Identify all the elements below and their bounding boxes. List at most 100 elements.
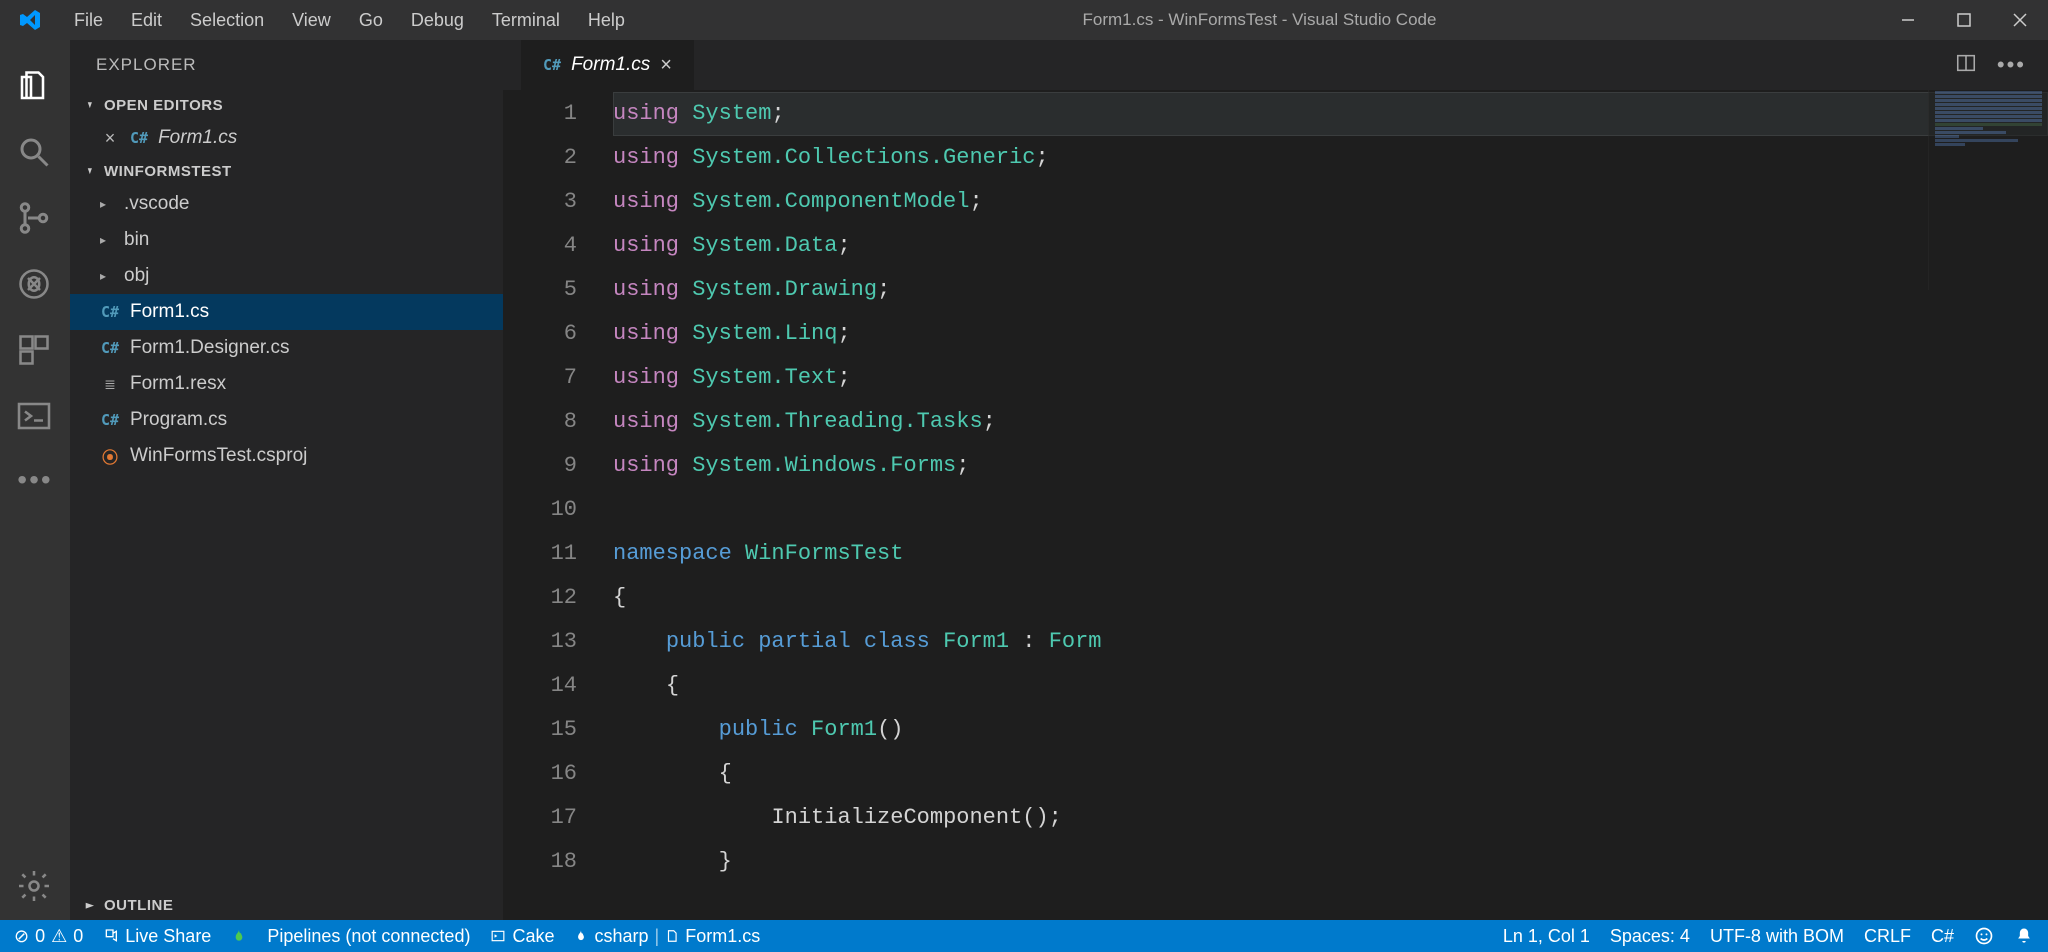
code-line[interactable]: public partial class Form1 : Form bbox=[613, 620, 2048, 664]
omnisharp-status[interactable]: csharp | Form1.cs bbox=[574, 926, 760, 947]
file-item-form1-designer-cs[interactable]: C# Form1.Designer.cs bbox=[70, 330, 503, 366]
errors-status[interactable]: ⊘ 0 ⚠ 0 bbox=[14, 926, 83, 947]
menu-view[interactable]: View bbox=[278, 2, 345, 39]
menu-help[interactable]: Help bbox=[574, 2, 639, 39]
files-icon[interactable] bbox=[16, 68, 54, 106]
code-line[interactable]: InitializeComponent(); bbox=[613, 796, 2048, 840]
line-number: 11 bbox=[503, 532, 577, 576]
explorer-sidebar: EXPLORER ▼ OPEN EDITORS × C# Form1.cs ▼ … bbox=[70, 40, 503, 920]
project-label: WINFORMSTEST bbox=[104, 163, 232, 180]
outline-label: OUTLINE bbox=[104, 897, 173, 914]
split-editor-icon[interactable] bbox=[1955, 52, 1977, 78]
folder-item-obj[interactable]: ▸obj bbox=[70, 258, 503, 294]
code-line[interactable]: using System.Threading.Tasks; bbox=[613, 400, 2048, 444]
more-actions-icon[interactable]: ••• bbox=[1997, 52, 2026, 78]
workbench: ••• EXPLORER ▼ OPEN EDITORS × C# Form1.c… bbox=[0, 40, 2048, 920]
error-icon: ⊘ bbox=[14, 926, 29, 947]
line-number: 14 bbox=[503, 664, 577, 708]
minimap[interactable] bbox=[1928, 90, 2048, 290]
folder-item-bin[interactable]: ▸bin bbox=[70, 222, 503, 258]
code-line[interactable]: using System.Drawing; bbox=[613, 268, 2048, 312]
code-line[interactable]: using System.Linq; bbox=[613, 312, 2048, 356]
maximize-button[interactable] bbox=[1936, 0, 1992, 40]
code-line[interactable]: } bbox=[613, 840, 2048, 884]
eol-status[interactable]: CRLF bbox=[1864, 926, 1911, 947]
chevron-right-icon: ▸ bbox=[100, 269, 114, 283]
terminal-small-icon bbox=[490, 929, 506, 943]
code-line[interactable] bbox=[613, 488, 2048, 532]
code-editor[interactable]: 123456789101112131415161718 using System… bbox=[503, 90, 2048, 920]
project-section[interactable]: ▼ WINFORMSTEST bbox=[70, 156, 503, 186]
language-status[interactable]: C# bbox=[1931, 926, 1954, 947]
code-content[interactable]: using System;using System.Collections.Ge… bbox=[613, 90, 2048, 920]
code-line[interactable]: using System.Text; bbox=[613, 356, 2048, 400]
line-number: 18 bbox=[503, 840, 577, 884]
debug-icon[interactable] bbox=[16, 266, 54, 304]
extensions-icon[interactable] bbox=[16, 332, 54, 370]
menu-edit[interactable]: Edit bbox=[117, 2, 176, 39]
line-number: 4 bbox=[503, 224, 577, 268]
csharp-file-icon: C# bbox=[100, 303, 120, 321]
file-item-form1-cs[interactable]: C#Form1.cs bbox=[70, 294, 503, 330]
pipelines-status[interactable]: Pipelines (not connected) bbox=[267, 926, 470, 947]
code-line[interactable]: using System.Windows.Forms; bbox=[613, 444, 2048, 488]
line-number: 8 bbox=[503, 400, 577, 444]
close-button[interactable] bbox=[1992, 0, 2048, 40]
open-editors-label: OPEN EDITORS bbox=[104, 97, 223, 114]
close-icon[interactable]: × bbox=[100, 128, 120, 149]
bell-icon[interactable] bbox=[2014, 926, 2034, 946]
file-item-form1-resx[interactable]: ≣Form1.resx bbox=[70, 366, 503, 402]
open-editors-section[interactable]: ▼ OPEN EDITORS bbox=[70, 90, 503, 120]
file-label: .vscode bbox=[124, 193, 189, 215]
cursor-position[interactable]: Ln 1, Col 1 bbox=[1503, 926, 1590, 947]
more-actions-icon[interactable]: ••• bbox=[17, 464, 52, 496]
file-item-program-cs[interactable]: C# Program.cs bbox=[70, 402, 503, 438]
csharp-file-icon: C# bbox=[100, 339, 120, 357]
file-label: bin bbox=[124, 229, 149, 251]
csharp-file-icon: C# bbox=[100, 411, 120, 429]
code-line[interactable]: using System; bbox=[613, 92, 2048, 136]
settings-gear-icon[interactable] bbox=[16, 868, 54, 906]
code-line[interactable]: namespace WinFormsTest bbox=[613, 532, 2048, 576]
terminal-icon[interactable] bbox=[16, 398, 54, 436]
file-label: Form1.Designer.cs bbox=[130, 337, 289, 359]
code-line[interactable]: using System.Data; bbox=[613, 224, 2048, 268]
line-number: 10 bbox=[503, 488, 577, 532]
indentation-status[interactable]: Spaces: 4 bbox=[1610, 926, 1690, 947]
csharp-file-icon: C# bbox=[130, 129, 148, 147]
chevron-down-icon: ▼ bbox=[84, 166, 95, 177]
folder-item--vscode[interactable]: ▸.vscode bbox=[70, 186, 503, 222]
sidebar-title: EXPLORER bbox=[70, 40, 503, 90]
code-line[interactable]: { bbox=[613, 576, 2048, 620]
menu-file[interactable]: File bbox=[60, 2, 117, 39]
cake-status[interactable]: Cake bbox=[490, 926, 554, 947]
line-number: 3 bbox=[503, 180, 577, 224]
menu-go[interactable]: Go bbox=[345, 2, 397, 39]
code-line[interactable]: using System.ComponentModel; bbox=[613, 180, 2048, 224]
code-line[interactable]: public Form1() bbox=[613, 708, 2048, 752]
minimize-button[interactable] bbox=[1880, 0, 1936, 40]
outline-section[interactable]: ▶ OUTLINE bbox=[70, 890, 503, 920]
live-share-status[interactable]: Live Share bbox=[103, 926, 211, 947]
open-editor-item[interactable]: × C# Form1.cs bbox=[70, 120, 503, 156]
code-line[interactable]: { bbox=[613, 664, 2048, 708]
tab-bar: C# Form1.cs × ••• bbox=[503, 40, 2048, 90]
window-title: Form1.cs - WinFormsTest - Visual Studio … bbox=[639, 10, 1880, 30]
csharp-label: csharp bbox=[594, 926, 648, 947]
flame-icon[interactable] bbox=[231, 927, 247, 945]
close-tab-icon[interactable]: × bbox=[660, 54, 672, 77]
feedback-icon[interactable] bbox=[1974, 926, 1994, 946]
file-item-winformstest-csproj[interactable]: ⦿WinFormsTest.csproj bbox=[70, 438, 503, 474]
code-line[interactable]: { bbox=[613, 752, 2048, 796]
file-label: WinFormsTest.csproj bbox=[130, 445, 307, 467]
encoding-status[interactable]: UTF-8 with BOM bbox=[1710, 926, 1844, 947]
menu-selection[interactable]: Selection bbox=[176, 2, 278, 39]
file-label: Program.cs bbox=[130, 409, 227, 431]
menu-debug[interactable]: Debug bbox=[397, 2, 478, 39]
editor-tab[interactable]: C# Form1.cs × bbox=[521, 40, 694, 90]
file-label: Form1.resx bbox=[130, 373, 226, 395]
code-line[interactable]: using System.Collections.Generic; bbox=[613, 136, 2048, 180]
source-control-icon[interactable] bbox=[16, 200, 54, 238]
search-icon[interactable] bbox=[16, 134, 54, 172]
menu-terminal[interactable]: Terminal bbox=[478, 2, 574, 39]
